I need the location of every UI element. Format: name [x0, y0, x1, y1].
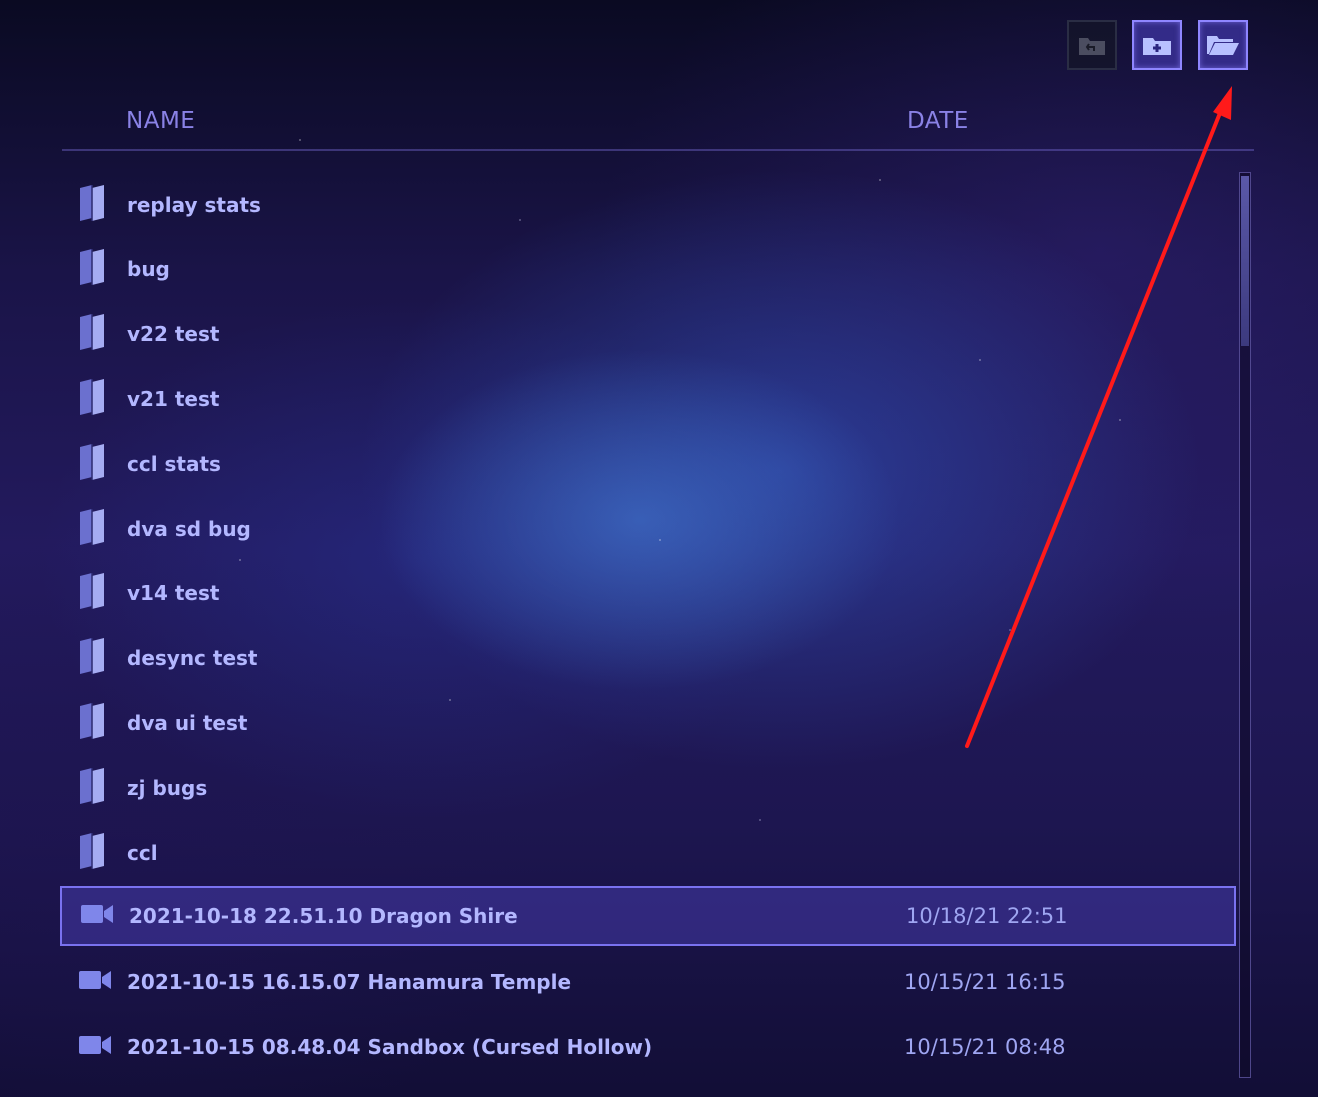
- folder-name: zj bugs: [127, 776, 208, 800]
- folder-name: desync test: [127, 646, 258, 670]
- folder-name: v21 test: [127, 387, 220, 411]
- folder-name: v14 test: [127, 581, 220, 605]
- replay-row[interactable]: 2021-10-15 08.48.04 Sandbox (Cursed Holl…: [60, 1017, 1236, 1077]
- replay-row[interactable]: 2021-10-15 16.15.07 Hanamura Temple 10/1…: [60, 952, 1236, 1012]
- video-camera-icon: [78, 1034, 112, 1060]
- video-camera-icon: [78, 969, 112, 995]
- folder-name: dva sd bug: [127, 517, 251, 541]
- folder-icon: [78, 508, 108, 550]
- replay-name: 2021-10-15 08.48.04 Sandbox (Cursed Holl…: [127, 1035, 653, 1059]
- folder-icon: [78, 184, 108, 226]
- folder-name: dva ui test: [127, 711, 248, 735]
- folder-row[interactable]: v22 test: [60, 304, 1236, 364]
- folder-row[interactable]: desync test: [60, 628, 1236, 688]
- file-list: replay stats bug v22 test v21 test ccl s…: [0, 0, 1318, 1097]
- vertical-scrollbar[interactable]: [1239, 172, 1251, 1078]
- scrollbar-thumb[interactable]: [1241, 176, 1249, 346]
- folder-icon: [78, 637, 108, 679]
- folder-row[interactable]: v21 test: [60, 369, 1236, 429]
- folder-name: ccl stats: [127, 452, 221, 476]
- folder-row[interactable]: bug: [60, 239, 1236, 299]
- folder-icon: [78, 248, 108, 290]
- folder-icon: [78, 378, 108, 420]
- folder-row[interactable]: ccl: [60, 823, 1236, 883]
- folder-row[interactable]: dva ui test: [60, 693, 1236, 753]
- folder-icon: [78, 572, 108, 614]
- folder-icon: [78, 767, 108, 809]
- replay-date: 10/15/21 08:48: [904, 1035, 1066, 1059]
- replay-date: 10/15/21 16:15: [904, 970, 1066, 994]
- replay-row-selected[interactable]: 2021-10-18 22.51.10 Dragon Shire 10/18/2…: [60, 886, 1236, 946]
- folder-row[interactable]: v14 test: [60, 563, 1236, 623]
- folder-name: bug: [127, 257, 170, 281]
- folder-name: v22 test: [127, 322, 220, 346]
- folder-row[interactable]: replay stats: [60, 175, 1236, 235]
- folder-row[interactable]: dva sd bug: [60, 499, 1236, 559]
- folder-name: ccl: [127, 841, 158, 865]
- video-camera-icon: [80, 903, 114, 929]
- folder-name: replay stats: [127, 193, 261, 217]
- replay-name: 2021-10-15 16.15.07 Hanamura Temple: [127, 970, 572, 994]
- folder-row[interactable]: zj bugs: [60, 758, 1236, 818]
- folder-icon: [78, 702, 108, 744]
- folder-icon: [78, 832, 108, 874]
- replay-name: 2021-10-18 22.51.10 Dragon Shire: [129, 904, 518, 928]
- folder-row[interactable]: ccl stats: [60, 434, 1236, 494]
- replay-date: 10/18/21 22:51: [906, 904, 1068, 928]
- folder-icon: [78, 313, 108, 355]
- folder-icon: [78, 443, 108, 485]
